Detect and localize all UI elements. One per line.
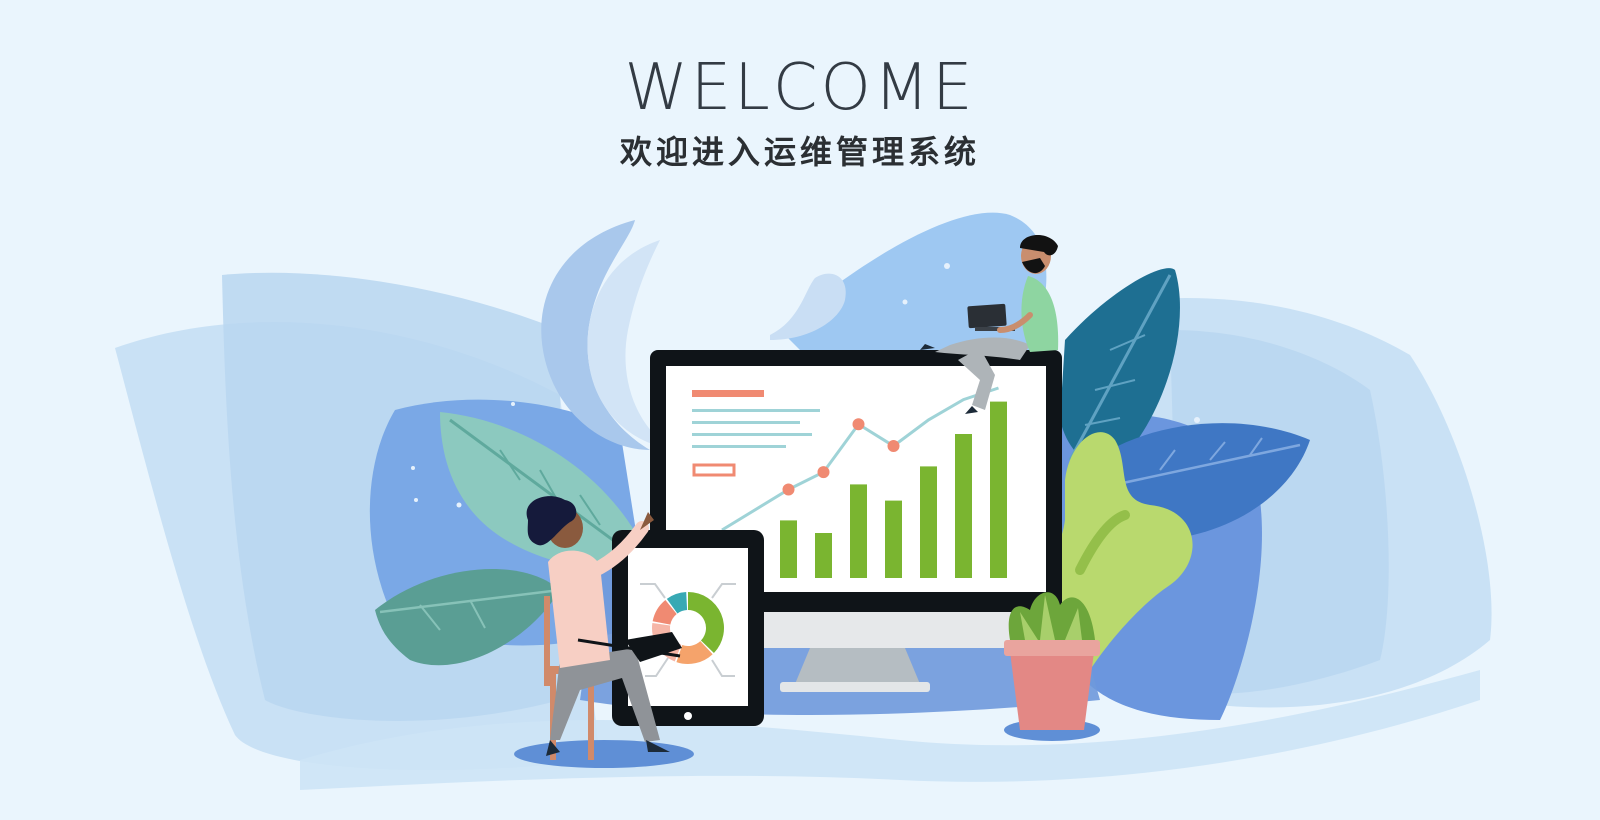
dashboard-bar [990, 401, 1007, 578]
dashboard-bar [780, 520, 797, 578]
dashboard-bar [885, 500, 902, 578]
dashboard-bar [850, 484, 867, 578]
welcome-subtitle: 欢迎进入运维管理系统 [619, 133, 980, 171]
welcome-title: WELCOME [624, 51, 976, 125]
dashboard-trend-point [782, 483, 795, 496]
dashboard-trend-point [817, 466, 830, 479]
monitor-stand [795, 648, 920, 684]
dashboard-bar [955, 434, 972, 578]
tablet-screen [628, 548, 748, 706]
potted-plant [1004, 592, 1100, 741]
dashboard-trend-point [887, 440, 900, 452]
dashboard-trend-point [852, 418, 865, 431]
dashboard-bar [920, 466, 937, 578]
welcome-page: WELCOME 欢迎进入运维管理系统 [0, 0, 1600, 820]
dashboard-bar [815, 533, 832, 578]
monitor-base [780, 682, 930, 692]
tablet-home-button [684, 712, 692, 720]
